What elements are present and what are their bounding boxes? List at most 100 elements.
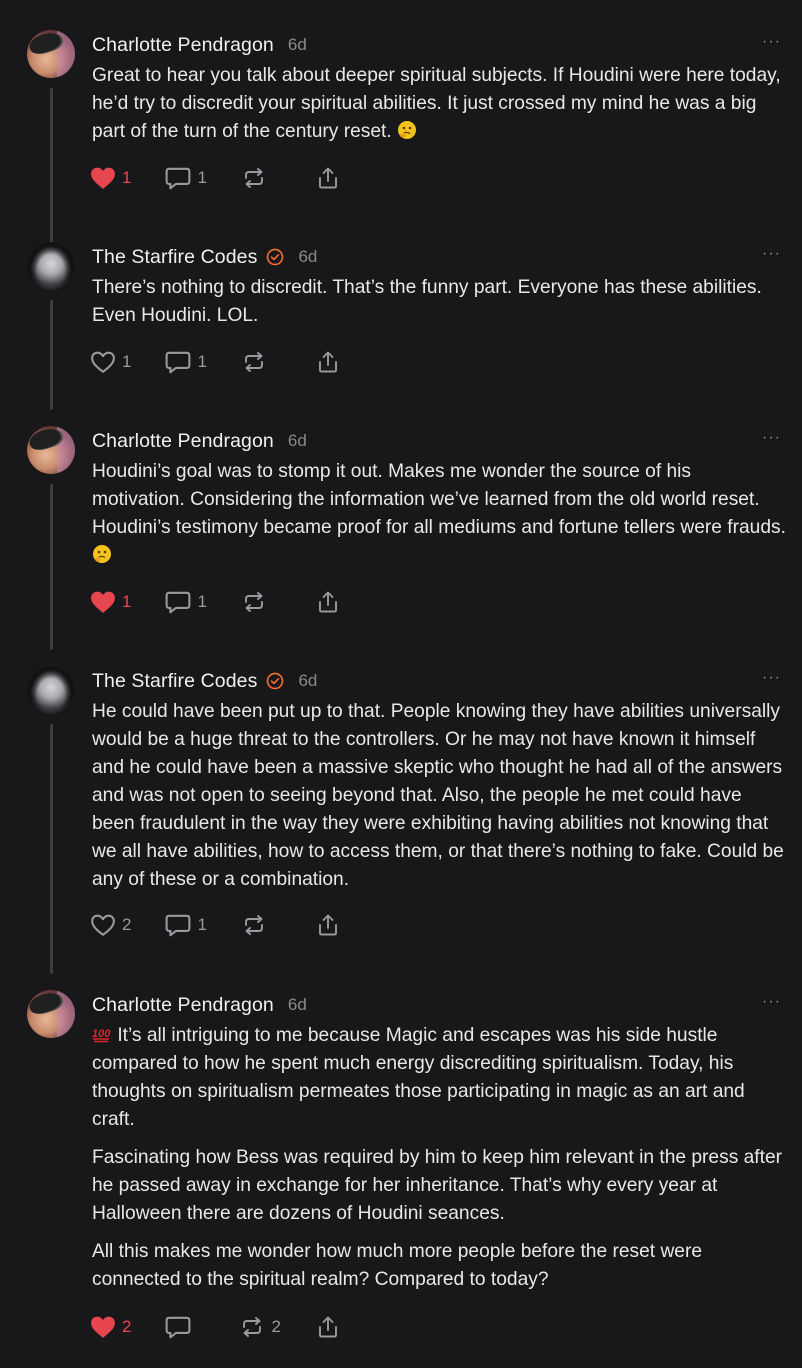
share-button[interactable] xyxy=(315,1315,341,1339)
timestamp[interactable]: 6d xyxy=(288,35,307,55)
comment-header: Charlotte Pendragon 6d xyxy=(92,30,307,60)
reply-count: 1 xyxy=(197,352,207,371)
comment-body: There’s nothing to discredit. That’s the… xyxy=(92,274,786,340)
thinking-face-icon xyxy=(398,121,417,139)
author-name[interactable]: Charlotte Pendragon xyxy=(92,430,274,453)
more-options-icon[interactable]: ··· xyxy=(762,430,782,446)
heart-icon xyxy=(91,1316,115,1338)
avatar[interactable] xyxy=(27,242,75,290)
comment-actions: 1 1 xyxy=(90,589,375,615)
verified-badge-icon xyxy=(267,672,284,690)
speech-bubble-icon xyxy=(166,591,191,614)
like-button[interactable]: 1 xyxy=(90,350,131,374)
restack-icon xyxy=(244,168,263,188)
heart-outline-icon xyxy=(91,914,115,936)
author-name[interactable]: The Starfire Codes xyxy=(92,670,257,693)
thread-line xyxy=(50,724,53,974)
comment-actions: 2 2 xyxy=(90,1314,375,1340)
thinking-face-icon xyxy=(93,545,111,563)
comment-text: Houdini’s goal was to stomp it out. Make… xyxy=(92,461,786,538)
author-name[interactable]: Charlotte Pendragon xyxy=(92,994,274,1017)
comment-text: It’s all intriguing to me because Magic … xyxy=(92,1025,745,1130)
share-icon xyxy=(318,351,337,373)
share-icon xyxy=(318,167,337,189)
restack-icon xyxy=(244,352,263,372)
author-name[interactable]: The Starfire Codes xyxy=(92,246,257,269)
svg-text:100: 100 xyxy=(92,1028,111,1040)
like-count: 2 xyxy=(122,1317,132,1336)
restack-icon xyxy=(243,1317,262,1337)
share-icon xyxy=(318,914,337,936)
author-name[interactable]: Charlotte Pendragon xyxy=(92,34,274,57)
comment-body: Great to hear you talk about deeper spir… xyxy=(92,62,786,156)
reply-button[interactable]: 1 xyxy=(165,166,207,190)
comment-text: All this makes me wonder how much more p… xyxy=(92,1241,703,1290)
speech-bubble-icon xyxy=(166,167,191,190)
like-count: 1 xyxy=(122,352,132,371)
timestamp[interactable]: 6d xyxy=(288,995,307,1015)
restack-icon xyxy=(244,915,263,935)
comment-actions: 2 1 xyxy=(90,912,375,938)
reply-button[interactable]: 1 xyxy=(165,350,207,374)
like-button[interactable]: 2 xyxy=(90,1315,131,1339)
like-count: 1 xyxy=(122,168,132,187)
reply-button[interactable]: 1 xyxy=(165,590,207,614)
comment-body: He could have been put up to that. Peopl… xyxy=(92,698,786,904)
comment-body: Houdini’s goal was to stomp it out. Make… xyxy=(92,458,786,580)
comment-header: The Starfire Codes 6d xyxy=(92,666,317,696)
more-options-icon[interactable]: ··· xyxy=(762,34,782,50)
restack-button[interactable]: 2 xyxy=(239,1315,281,1339)
comment-body: 100 It’s all intriguing to me because Ma… xyxy=(92,1022,786,1304)
comment-text: There’s nothing to discredit. That’s the… xyxy=(92,277,762,326)
thread-line xyxy=(50,484,53,650)
share-button[interactable] xyxy=(315,350,341,374)
thread-line xyxy=(50,88,53,258)
like-count: 1 xyxy=(122,592,132,611)
avatar[interactable] xyxy=(27,666,75,714)
reply-button[interactable] xyxy=(165,1315,205,1339)
share-button[interactable] xyxy=(315,590,341,614)
speech-bubble-icon xyxy=(166,351,191,374)
like-button[interactable]: 1 xyxy=(90,166,131,190)
reply-count: 1 xyxy=(197,915,207,934)
thread-line xyxy=(50,300,53,410)
comment-actions: 1 1 xyxy=(90,349,375,375)
comment-header: The Starfire Codes 6d xyxy=(92,242,317,272)
comment-actions: 1 1 xyxy=(90,165,375,191)
more-options-icon[interactable]: ··· xyxy=(762,994,782,1010)
heart-icon xyxy=(91,167,115,189)
reply-count: 1 xyxy=(197,592,207,611)
share-button[interactable] xyxy=(315,166,341,190)
comment-text: Fascinating how Bess was required by him… xyxy=(92,1147,783,1224)
comment-header: Charlotte Pendragon 6d xyxy=(92,426,307,456)
avatar[interactable] xyxy=(27,426,75,474)
restack-button[interactable] xyxy=(241,913,281,937)
comment-text: Great to hear you talk about deeper spir… xyxy=(92,65,781,142)
restack-button[interactable] xyxy=(241,590,281,614)
reply-button[interactable]: 1 xyxy=(165,913,207,937)
avatar[interactable] xyxy=(27,30,75,78)
restack-icon xyxy=(244,592,263,612)
speech-bubble-icon xyxy=(166,1316,191,1339)
timestamp[interactable]: 6d xyxy=(288,431,307,451)
heart-icon xyxy=(91,591,115,613)
share-icon xyxy=(318,1316,337,1338)
more-options-icon[interactable]: ··· xyxy=(762,670,782,686)
timestamp[interactable]: 6d xyxy=(298,247,317,267)
more-options-icon[interactable]: ··· xyxy=(762,246,782,262)
reply-count: 1 xyxy=(197,168,207,187)
restack-button[interactable] xyxy=(241,166,281,190)
timestamp[interactable]: 6d xyxy=(298,671,317,691)
hundred-points-icon: 100 xyxy=(92,1028,111,1043)
like-button[interactable]: 1 xyxy=(90,590,131,614)
like-count: 2 xyxy=(122,915,132,934)
restack-count: 2 xyxy=(271,1317,281,1336)
comment-thread: Charlotte Pendragon 6d ··· Great to hear… xyxy=(0,0,802,1368)
restack-button[interactable] xyxy=(241,350,281,374)
like-button[interactable]: 2 xyxy=(90,913,131,937)
avatar[interactable] xyxy=(27,990,75,1038)
speech-bubble-icon xyxy=(166,914,191,937)
share-icon xyxy=(318,591,337,613)
share-button[interactable] xyxy=(315,913,341,937)
comment-text: He could have been put up to that. Peopl… xyxy=(92,701,784,890)
